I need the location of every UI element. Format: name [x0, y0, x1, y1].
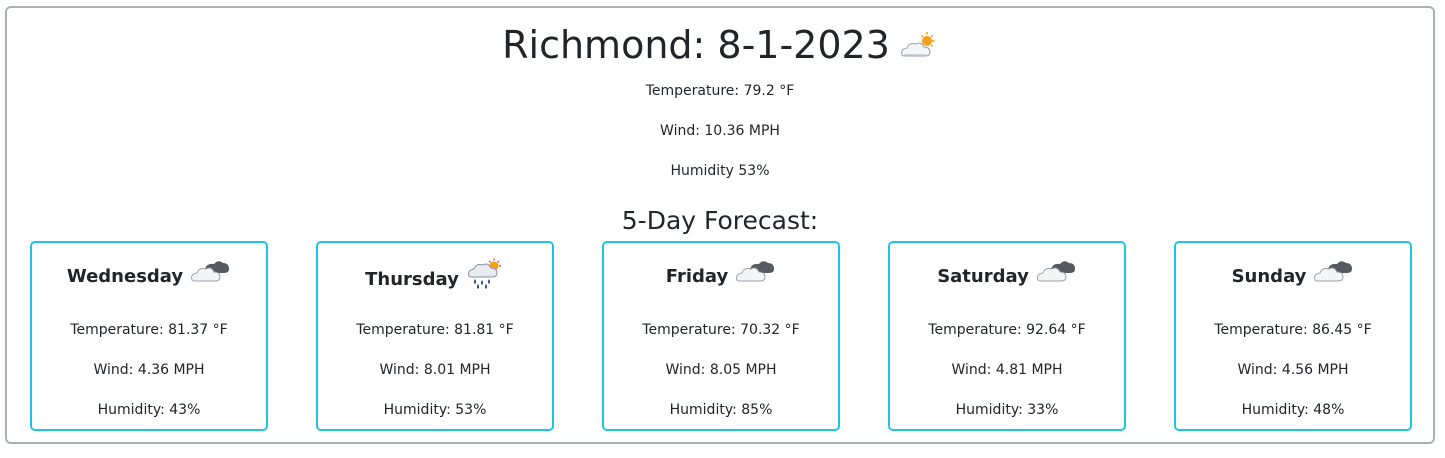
overcast-clouds-icon: [1035, 258, 1077, 296]
forecast-humidity: Humidity: 53%: [383, 402, 487, 418]
city-date-title: Richmond: 8-1-2023: [7, 22, 1433, 71]
sun-rain-clouds-icon: [465, 258, 505, 302]
forecast-card-wednesday: Wednesday Temperature: 81.37 °F Wind: 4.…: [30, 241, 268, 431]
forecast-card-friday: Friday Temperature: 70.32 °F Wind: 8.05 …: [602, 241, 840, 431]
forecast-temperature: Temperature: 70.32 °F: [642, 322, 800, 338]
forecast-day: Sunday: [1176, 258, 1410, 296]
forecast-temperature: Temperature: 86.45 °F: [1214, 322, 1372, 338]
forecast-humidity: Humidity: 43%: [97, 402, 201, 418]
forecast-heading: 5-Day Forecast:: [621, 206, 819, 235]
overcast-clouds-icon: [189, 258, 231, 296]
forecast-card-sunday: Sunday Temperature: 86.45 °F Wind: 4.56 …: [1174, 241, 1412, 431]
partly-sunny-cloud-icon: [898, 25, 938, 71]
current-humidity: Humidity 53%: [670, 163, 770, 179]
forecast-wind: Wind: 8.01 MPH: [379, 362, 491, 378]
forecast-temperature: Temperature: 92.64 °F: [928, 322, 1086, 338]
forecast-wind: Wind: 4.36 MPH: [93, 362, 205, 378]
forecast-day: Wednesday: [32, 258, 266, 296]
forecast-card-saturday: Saturday Temperature: 92.64 °F Wind: 4.8…: [888, 241, 1126, 431]
forecast-wind: Wind: 8.05 MPH: [665, 362, 777, 378]
forecast-day-name: Sunday: [1231, 266, 1307, 287]
forecast-humidity: Humidity: 85%: [669, 402, 773, 418]
forecast-day: Thursday: [318, 258, 552, 302]
forecast-humidity: Humidity: 48%: [1241, 402, 1345, 418]
forecast-day-name: Saturday: [937, 266, 1029, 287]
page-title: Richmond: 8-1-2023: [502, 23, 890, 67]
forecast-card-thursday: Thursday Temperature: 81.81 °F Wind: 8.0…: [316, 241, 554, 431]
forecast-wind: Wind: 4.81 MPH: [951, 362, 1063, 378]
overcast-clouds-icon: [1312, 258, 1354, 296]
forecast-day: Friday: [604, 258, 838, 296]
overcast-clouds-icon: [734, 258, 776, 296]
forecast-day-name: Thursday: [365, 269, 459, 290]
forecast-day-name: Friday: [665, 266, 729, 287]
forecast-humidity: Humidity: 33%: [955, 402, 1059, 418]
forecast-temperature: Temperature: 81.37 °F: [70, 322, 228, 338]
forecast-temperature: Temperature: 81.81 °F: [356, 322, 514, 338]
forecast-wind: Wind: 4.56 MPH: [1237, 362, 1349, 378]
forecast-day-name: Wednesday: [66, 266, 184, 287]
forecast-day: Saturday: [890, 258, 1124, 296]
weather-panel: Richmond: 8-1-2023 Temperature: 79.2 °F …: [5, 6, 1435, 444]
current-temperature: Temperature: 79.2 °F: [645, 83, 795, 99]
current-wind: Wind: 10.36 MPH: [660, 123, 780, 139]
